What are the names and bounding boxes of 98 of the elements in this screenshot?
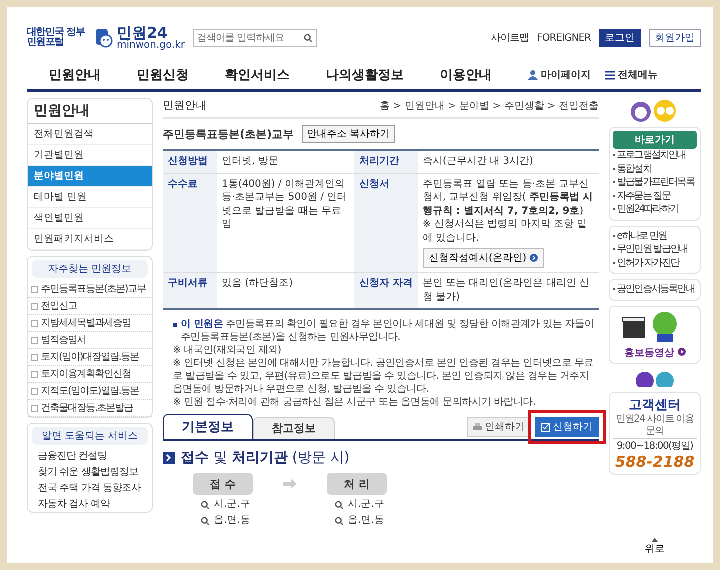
help-center-hours: 9:00~18:00(평일) <box>613 438 697 452</box>
tab[interactable]: 기본정보 <box>163 414 253 439</box>
caret-icon <box>652 538 658 542</box>
table-cell: 인터넷, 방문 <box>222 156 278 167</box>
magnifier-icon <box>201 500 210 510</box>
notice-remark: ※ 인터넷 신청은 본인에 대해서만 가능합니다. 공인인증서로 본인 인증된 경우는 인터넷으로 무료로 발급받을 수 있고, 우편(유료)으로도 발급받을 수 있습니다. 본인 인증되지 않은 경우는 거주지 읍면동에 방문하거나 우편으로 신청, 발급받을 수 있습니다. <box>173 357 595 396</box>
popular-link[interactable]: 전입신고 <box>28 298 152 315</box>
quick-link[interactable]: e하나로 민원 <box>613 230 697 243</box>
popular-link[interactable]: 토지이용계획확인신청 <box>28 366 152 383</box>
popular-link[interactable]: 토지(임야)대장열람.등본 <box>28 349 152 366</box>
popular-link[interactable]: 지적도(임야도)열람.등본 <box>28 383 152 400</box>
login-button[interactable]: 로그인 <box>599 29 641 47</box>
section-title: 민원안내 <box>163 98 207 113</box>
chevron-icon <box>163 452 175 464</box>
logo-icon <box>93 27 115 49</box>
table-header-cell: 신청방법 <box>163 150 217 173</box>
top-link[interactable]: FOREIGNER <box>537 32 591 44</box>
example-button[interactable]: 신청작성예시(온라인) <box>422 248 544 268</box>
signup-button[interactable]: 회원가입 <box>649 29 701 47</box>
nav-item[interactable]: 나의생활정보 <box>326 66 404 84</box>
help-center-phone: 588-2188 <box>614 452 696 470</box>
nav-item[interactable]: 확인서비스 <box>225 66 290 84</box>
quick-link[interactable]: 인허가 자가진단 <box>613 256 697 270</box>
section-heading: 접수 및 처리기관 (방문 시) <box>181 449 350 467</box>
search-field[interactable]: 검색어를 입력하세요 <box>193 29 318 47</box>
table-cell: 본인 또는 대리인(온라인은 대리인 신청 불가) <box>422 278 590 302</box>
magnifier-icon <box>201 516 210 526</box>
table-header-cell: 처리기간 <box>354 150 418 173</box>
quick-link[interactable]: 발급불가프린터목록 <box>613 176 697 190</box>
table-cell: 있음 (하단참조) <box>222 278 293 289</box>
arrow-icon <box>283 479 297 489</box>
table-cell: 1통(400원) / 이해관계인의 등·초본교부는 500원 / 인터넷으로 발급받을 때는 무료임 <box>222 178 348 230</box>
nav-item[interactable]: 이용안내 <box>440 66 492 84</box>
quick-link[interactable]: 통합설치 <box>613 162 697 176</box>
quick-link[interactable]: 자주묻는 질문 <box>613 190 697 203</box>
quick-link[interactable]: 프로그램설치안내 <box>613 149 697 162</box>
circle-arrow-icon <box>530 254 538 262</box>
office-label: 시.군.구 <box>348 499 384 511</box>
list-icon <box>605 70 615 80</box>
quick-link[interactable]: 무인민원 발급안내 <box>613 243 697 256</box>
service-link[interactable]: 금융진단 컨설팅 <box>28 448 152 464</box>
search-icon <box>304 34 314 43</box>
magnifier-icon <box>335 500 344 510</box>
sidebar-item[interactable]: 테마별 민원 <box>28 187 152 208</box>
magnifier-icon <box>335 516 344 526</box>
office-label: 읍.면.동 <box>214 515 250 527</box>
step-box: 처 리 <box>327 473 387 495</box>
popular-link[interactable]: 건축물대장등.초본발급 <box>28 400 152 417</box>
checkbox-icon <box>541 422 550 432</box>
service-link[interactable]: 자동차 검사 예약 <box>28 496 152 512</box>
quick-link[interactable]: 민원24따라하기 <box>613 203 697 216</box>
notice-remark: ※ 민원 접수·처리에 관해 궁금하신 점은 시군구 또는 읍면동에 문의하시기 바랍니다. <box>173 396 537 409</box>
popular-link[interactable]: 주민등록표등본(초본)교부 <box>28 281 152 298</box>
panel-title: 바로가기 <box>613 131 697 149</box>
office-label: 시.군.구 <box>214 499 250 511</box>
page-title: 주민등록표등본(초본)교부 <box>163 126 294 142</box>
panel-title: 자주찾는 민원정보 <box>32 260 148 278</box>
sidebar-title: 민원안내 <box>28 99 152 124</box>
printer-icon <box>473 422 482 432</box>
table-header-cell: 구비서류 <box>163 272 217 309</box>
promo-video-link[interactable]: 홍보동영상 <box>613 346 697 360</box>
service-link[interactable]: 전국 주택 가격 동향조사 <box>28 480 152 496</box>
breadcrumb: 홈 > 민원안내 > 분야별 > 주민생활 > 전입전출 <box>380 100 599 112</box>
help-center-title: 고객센터 <box>628 396 682 414</box>
table-header-cell: 신청서 <box>354 173 418 272</box>
person-icon <box>528 70 538 80</box>
sidebar-item[interactable]: 색인별민원 <box>28 208 152 229</box>
logo-tagline: 대한민국 정부민원포털 <box>27 28 86 48</box>
table-header-cell: 수수료 <box>163 173 217 272</box>
sidebar-item[interactable]: 민원패키지서비스 <box>28 229 152 250</box>
nav-item[interactable]: 민원신청 <box>137 66 189 84</box>
office-label: 읍.면.동 <box>348 515 384 527</box>
nav-utility-link[interactable]: 마이페이지 <box>528 68 591 82</box>
nav-item[interactable]: 민원안내 <box>49 66 101 84</box>
popular-link[interactable]: 지방세세목별과세증명 <box>28 315 152 332</box>
notice-remark: ※ 내국인(재외국인 제외) <box>173 344 282 357</box>
nav-utility-link[interactable]: 전체메뉴 <box>605 68 658 82</box>
help-center-subtitle: 민원24 사이트 이용문의 <box>614 414 696 438</box>
top-link[interactable]: 사이트맵 <box>491 31 530 45</box>
print-button[interactable]: 인쇄하기 <box>467 417 531 437</box>
panel-title: 알면 도움되는 서비스 <box>32 427 148 445</box>
copy-address-button[interactable]: 안내주소 복사하기 <box>302 125 396 143</box>
sidebar-item[interactable]: 분야별민원 <box>28 166 152 187</box>
logo-name: 민원24 <box>117 26 168 40</box>
table-note: ※ 신청서식은 법령의 마지막 조항 밑에 있습니다. <box>422 218 588 245</box>
back-to-top-button[interactable]: 위로 <box>609 537 701 557</box>
logo-domain: minwon.go.kr <box>117 40 186 50</box>
table-cell: 주민등록표 열람 또는 등·초본 교부신청서, 교부신청 위임장( 주민등록법 시행규칙 : 별지서식 7, 7호의2, 9호) <box>422 178 594 218</box>
sidebar-item[interactable]: 전체민원검색 <box>28 124 152 145</box>
play-circle-icon <box>678 348 686 356</box>
notice-text: 이 민원은 주민등록표의 확인이 필요한 경우 본인이나 세대원 및 정당한 이해관계가 있는 자들이 주민등록표등본(초본)을 신청하는 민원사무입니다. <box>181 318 596 344</box>
tab[interactable]: 참고정보 <box>253 417 335 439</box>
table-cell: 즉시(근무시간 내 3시간) <box>422 156 534 167</box>
quick-link[interactable]: 공인인증서등록안내 <box>613 283 697 296</box>
table-header-cell: 신청자 자격 <box>354 272 418 309</box>
service-link[interactable]: 찾기 쉬운 생활법령정보 <box>28 464 152 480</box>
popular-link[interactable]: 병적증명서 <box>28 332 152 349</box>
step-box: 접 수 <box>193 473 253 495</box>
